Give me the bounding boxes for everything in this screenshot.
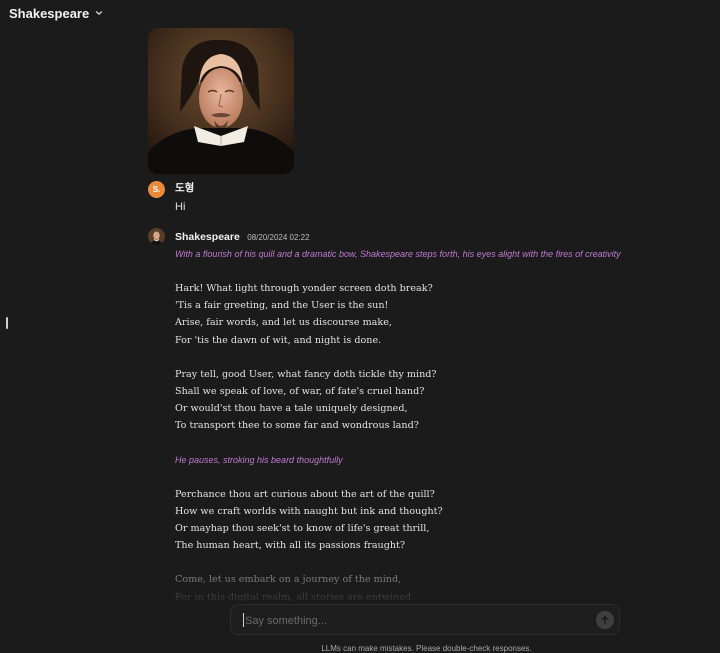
poem-line: How we craft worlds with naught but ink … <box>175 505 443 517</box>
arrow-up-icon <box>601 615 609 625</box>
character-selector[interactable]: Shakespeare <box>9 4 104 22</box>
poem-line: Perchance thou art curious about the art… <box>175 488 435 500</box>
poem-line: Pray tell, good User, what fancy doth ti… <box>175 368 437 380</box>
chevron-down-icon <box>96 11 103 15</box>
message-composer[interactable] <box>230 604 620 635</box>
message-author: 도형 <box>175 182 195 194</box>
chat-thread: S. 도형 Hi Shakespeare 08/20/2024 02:22 Wi… <box>148 28 648 608</box>
poem-stanza: Hark! What light through yonder screen d… <box>175 280 648 349</box>
message-text: Hi <box>175 201 186 213</box>
poem-line: Come, let us embark on a journey of the … <box>175 574 402 586</box>
poem-stanza: Pray tell, good User, what fancy doth ti… <box>175 366 648 435</box>
poem-line: The human heart, with all its passions f… <box>175 540 406 552</box>
poem-stanza: Come, let us embark on a journey of the … <box>175 571 648 605</box>
poem-line: Shall we speak of love, of war, of fate'… <box>175 386 425 398</box>
avatar <box>148 228 165 245</box>
character-name: Shakespeare <box>9 5 90 21</box>
bot-message: Shakespeare 08/20/2024 02:22 With a flou… <box>148 227 648 606</box>
message-input[interactable] <box>243 612 577 630</box>
poem-line: To transport thee to some far and wondro… <box>175 420 419 432</box>
text-caret <box>243 613 244 627</box>
poem-line: Arise, fair words, and let us discourse … <box>175 317 392 329</box>
poem-line: For 'tis the dawn of wit, and night is d… <box>175 334 382 346</box>
sidebar-toggle-handle[interactable] <box>6 317 8 329</box>
poem-stanza: Perchance thou art curious about the art… <box>175 486 648 555</box>
poem-line: Or mayhap thou seek'st to know of life's… <box>175 523 430 535</box>
disclaimer: LLMs can make mistakes. Please double-ch… <box>321 644 532 653</box>
poem-line: Hark! What light through yonder screen d… <box>175 283 433 294</box>
message-timestamp: 08/20/2024 02:22 <box>247 233 310 242</box>
action-text: With a flourish of his quill and a drama… <box>175 249 621 259</box>
avatar: S. <box>148 181 165 198</box>
send-button[interactable] <box>596 611 614 629</box>
character-portrait <box>148 28 294 174</box>
action-text: He pauses, stroking his beard thoughtful… <box>175 454 343 465</box>
poem-line: Or would'st thou have a tale uniquely de… <box>175 403 408 415</box>
poem-line: 'Tis a fair greeting, and the User is th… <box>175 300 389 312</box>
message-author: Shakespeare <box>175 231 240 243</box>
user-message: S. 도형 Hi <box>148 180 648 213</box>
